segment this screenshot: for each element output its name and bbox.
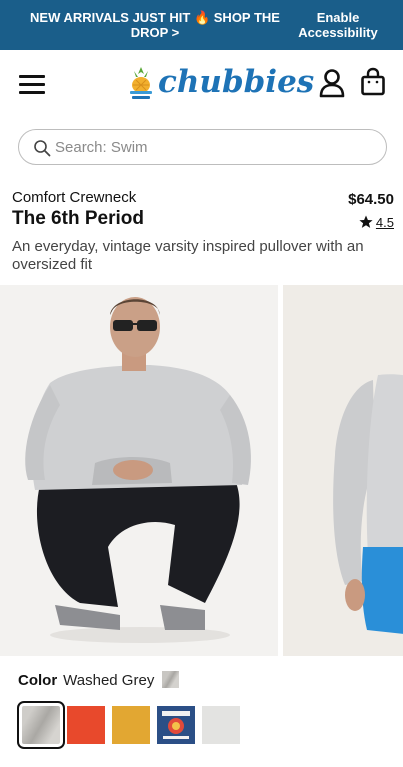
color-swatch-light-grey[interactable]: [202, 706, 240, 744]
accessibility-line-1: Enable: [316, 10, 360, 25]
product-type: Comfort Crewneck: [12, 189, 137, 206]
selected-color-name: Washed Grey: [63, 672, 155, 689]
color-swatch-mustard[interactable]: [112, 706, 150, 744]
rating-value: 4.5: [375, 215, 394, 230]
star-icon: [359, 215, 373, 228]
color-swatch-red-orange[interactable]: [67, 706, 105, 744]
product-title: The 6th Period: [12, 208, 144, 229]
color-swatch-navy-graphic[interactable]: [157, 706, 195, 744]
product-price: $64.50: [348, 191, 394, 208]
product-image-model-squatting: [0, 285, 278, 656]
product-rating[interactable]: 4.5: [359, 215, 394, 232]
product-description: An everyday, vintage varsity inspired pu…: [12, 238, 364, 273]
search-input[interactable]: [55, 136, 355, 158]
account-icon[interactable]: [318, 68, 346, 98]
hamburger-menu-icon[interactable]: [18, 72, 46, 96]
site-header: chubbies: [0, 50, 403, 120]
color-label: Color: [18, 672, 58, 689]
search-icon: [34, 140, 51, 157]
promo-banner: NEW ARRIVALS JUST HIT 🔥 SHOP THE DROP > …: [0, 0, 403, 50]
brand-logo[interactable]: chubbies: [128, 64, 314, 104]
enable-accessibility-link[interactable]: Enable Accessibility: [290, 10, 386, 40]
promo-link[interactable]: NEW ARRIVALS JUST HIT 🔥 SHOP THE DROP >: [30, 10, 280, 40]
pineapple-logo-icon: [130, 67, 152, 99]
product-image-model-swim: [283, 285, 403, 656]
color-swatch-washed-grey[interactable]: [17, 701, 65, 749]
shopping-bag-icon[interactable]: [360, 67, 386, 97]
selected-color-chip: [162, 671, 180, 688]
accessibility-line-2: Accessibility: [298, 25, 378, 40]
color-selector-header: Color Washed Grey: [18, 671, 180, 691]
product-image-carousel[interactable]: [0, 285, 403, 656]
brand-wordmark: chubbies: [158, 64, 315, 100]
search-bar: [18, 129, 387, 165]
